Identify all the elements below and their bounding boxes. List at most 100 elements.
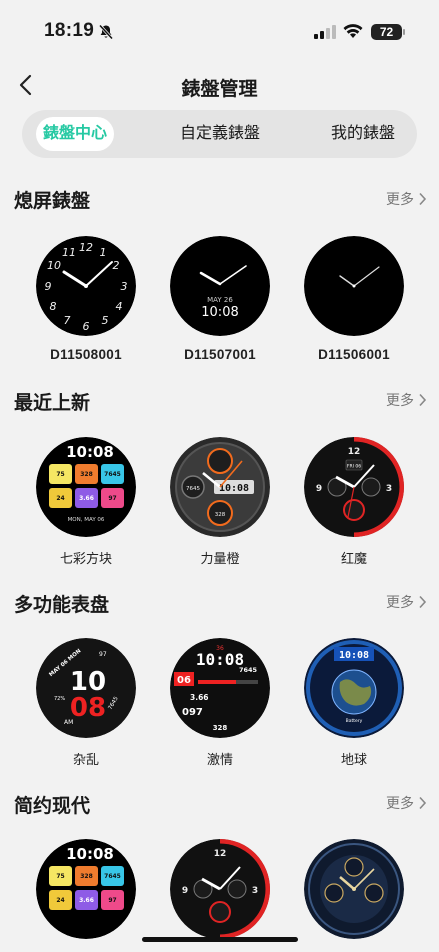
watch-face-label: 杂乱 bbox=[72, 752, 99, 767]
tile-value: 97 bbox=[108, 495, 116, 502]
watch-face-d11506001[interactable] bbox=[304, 236, 404, 336]
more-label: 更多 bbox=[386, 191, 414, 207]
watch-face-orange-power[interactable]: 10:08 7645 328 bbox=[170, 437, 270, 537]
watch-face-red-devil[interactable]: 12 3 9 FRI 06 bbox=[304, 437, 404, 537]
watch-face-passion[interactable]: 36 10:08 7645 06 3.66 097 328 bbox=[170, 638, 270, 738]
svg-text:3: 3 bbox=[386, 484, 392, 494]
watch-face-colorful-tiles[interactable]: 10:08 75 328 7645 24 3.66 97 MON, MAY 06 bbox=[36, 437, 136, 537]
tile-value: 75 bbox=[56, 471, 64, 478]
passion-steps: 7645 bbox=[239, 666, 258, 674]
tab-watch-face-center[interactable]: 錶盤中心 bbox=[36, 117, 114, 151]
section-title-aod: 熄屏錶盤 bbox=[14, 191, 91, 212]
watch-face-d11508001[interactable]: 12 1 2 345 678 9 10 11 bbox=[36, 236, 136, 336]
jumble-heart: 97 bbox=[99, 651, 107, 658]
jumble-ampm: AM bbox=[64, 719, 73, 726]
more-link-modern[interactable]: 更多 bbox=[386, 793, 427, 813]
signal-icon bbox=[314, 25, 336, 39]
svg-text:5: 5 bbox=[102, 314, 109, 327]
more-label: 更多 bbox=[386, 392, 414, 408]
watch-face-jumble[interactable]: MAY 06 MON 97 10 08 72% AM 7645 bbox=[36, 638, 136, 738]
orange-readout: 328 bbox=[215, 512, 226, 518]
watch-face-gold-luxury[interactable] bbox=[304, 839, 404, 939]
watch-face-label: 力量橙 bbox=[200, 551, 240, 566]
passion-time: 10:08 bbox=[196, 650, 244, 669]
svg-text:10: 10 bbox=[47, 259, 61, 272]
svg-text:12: 12 bbox=[214, 849, 227, 859]
watch-face-label: 地球 bbox=[340, 752, 367, 767]
svg-text:3: 3 bbox=[121, 280, 128, 293]
svg-text:12: 12 bbox=[79, 241, 93, 254]
tile-value: 3.66 bbox=[79, 897, 94, 904]
chevron-right-icon bbox=[419, 393, 427, 407]
earth-time: 10:08 bbox=[339, 650, 369, 661]
svg-text:8: 8 bbox=[50, 300, 57, 313]
chevron-right-icon bbox=[419, 796, 427, 810]
svg-text:12: 12 bbox=[348, 447, 361, 457]
red-date: FRI 06 bbox=[347, 464, 361, 470]
watch-face-label: D11506001 bbox=[318, 347, 390, 362]
tile-value: 3.66 bbox=[79, 495, 94, 502]
tile-value: 24 bbox=[56, 495, 64, 502]
more-link-new[interactable]: 更多 bbox=[386, 390, 427, 410]
tile-time: 10:08 bbox=[66, 443, 114, 461]
jumble-min: 08 bbox=[70, 693, 106, 723]
page-title: 錶盤管理 bbox=[181, 79, 258, 100]
more-link-aod[interactable]: 更多 bbox=[386, 189, 427, 209]
aod-date: MAY 26 bbox=[207, 296, 233, 304]
passion-bpm: 097 bbox=[182, 707, 203, 718]
tab-bar: 錶盤中心 自定義錶盤 我的錶盤 bbox=[22, 110, 417, 158]
svg-text:2: 2 bbox=[113, 259, 120, 272]
chevron-right-icon bbox=[419, 595, 427, 609]
nav-bar: 錶盤管理 bbox=[0, 64, 439, 108]
svg-text:7: 7 bbox=[64, 314, 71, 327]
tile-value: 7645 bbox=[104, 873, 121, 880]
home-indicator bbox=[142, 937, 298, 942]
section-title-modern: 简约现代 bbox=[14, 796, 91, 817]
earth-battery: Battery bbox=[346, 718, 363, 724]
more-label: 更多 bbox=[386, 795, 414, 811]
passion-day: 06 bbox=[177, 675, 191, 686]
svg-text:1: 1 bbox=[100, 246, 107, 259]
watch-face-colorful-tiles-2[interactable]: 10:08 75 328 7645 24 3.66 97 bbox=[36, 839, 136, 939]
tile-time: 10:08 bbox=[66, 845, 114, 863]
tab-my-watch-faces[interactable]: 我的錶盤 bbox=[322, 117, 404, 151]
svg-text:3: 3 bbox=[252, 886, 258, 896]
aod-time: 10:08 bbox=[201, 305, 238, 320]
watch-face-label: D11507001 bbox=[184, 347, 256, 362]
svg-text:4: 4 bbox=[116, 300, 123, 313]
watch-face-label: 七彩方块 bbox=[59, 551, 112, 566]
tile-value: 97 bbox=[108, 897, 116, 904]
passion-kcal: 328 bbox=[213, 724, 228, 732]
tile-value: 75 bbox=[56, 873, 64, 880]
status-time: 18:19 bbox=[44, 20, 95, 41]
battery-icon: 72 bbox=[371, 24, 402, 40]
watch-face-red-devil-2[interactable]: 12 3 9 bbox=[170, 839, 270, 939]
tile-value: 24 bbox=[56, 897, 64, 904]
tile-date: MON, MAY 06 bbox=[68, 517, 105, 523]
more-link-multifunction[interactable]: 更多 bbox=[386, 592, 427, 612]
svg-text:9: 9 bbox=[316, 484, 322, 494]
tile-value: 328 bbox=[80, 873, 93, 880]
svg-text:11: 11 bbox=[62, 246, 76, 259]
battery-cap bbox=[403, 29, 405, 35]
watch-face-label: 红魔 bbox=[340, 551, 367, 566]
status-bar: 18:19 72 bbox=[0, 0, 439, 64]
jumble-battery: 72% bbox=[54, 696, 65, 702]
section-title-multifunction: 多功能表盘 bbox=[14, 595, 110, 616]
svg-text:6: 6 bbox=[83, 320, 90, 333]
watch-face-d11507001[interactable]: MAY 26 10:08 bbox=[170, 236, 270, 336]
more-label: 更多 bbox=[386, 594, 414, 610]
watch-face-earth[interactable]: 10:08 Battery bbox=[304, 638, 404, 738]
svg-text:9: 9 bbox=[182, 886, 188, 896]
orange-time: 10:08 bbox=[219, 483, 249, 494]
watch-face-label: D11508001 bbox=[50, 347, 122, 362]
passion-distance: 3.66 bbox=[190, 693, 209, 702]
tab-custom-watch-face[interactable]: 自定義錶盤 bbox=[170, 117, 270, 151]
chevron-right-icon bbox=[419, 192, 427, 206]
orange-readout: 7645 bbox=[186, 486, 200, 492]
tile-value: 328 bbox=[80, 471, 93, 478]
section-title-new: 最近上新 bbox=[14, 393, 91, 414]
bell-slash-icon bbox=[98, 24, 114, 40]
watch-face-label: 激情 bbox=[206, 752, 233, 767]
wifi-icon bbox=[343, 24, 363, 38]
